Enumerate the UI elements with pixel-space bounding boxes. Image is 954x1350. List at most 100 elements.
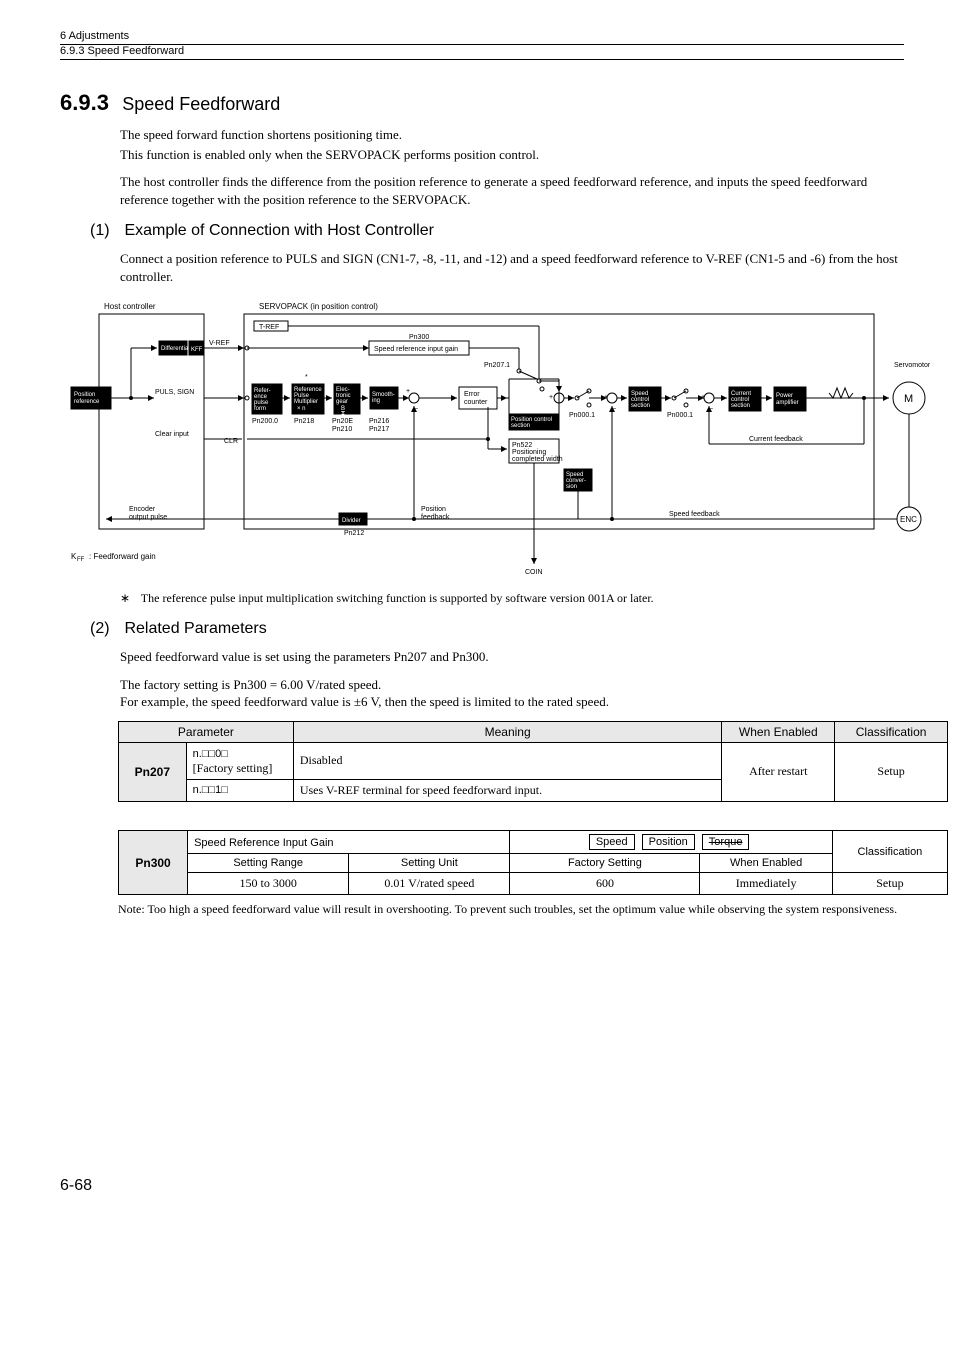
svg-text:Position: Position [421, 506, 446, 513]
svg-text:CLR: CLR [224, 438, 238, 445]
subsection-1-title: Example of Connection with Host Controll… [124, 222, 433, 239]
svg-text:Multiplier: Multiplier [294, 399, 318, 405]
svg-text:M: M [904, 393, 913, 405]
rule [60, 59, 904, 60]
svg-text:Pn000.1: Pn000.1 [667, 412, 693, 419]
diag-host-controller: Host controller [104, 302, 156, 311]
svg-text:Pn218: Pn218 [294, 418, 314, 425]
t1-r2c1: n.□□1□ [186, 779, 293, 801]
svg-text:sion: sion [566, 484, 577, 490]
sub2-body1: Speed feedforward value is set using the… [120, 648, 904, 666]
svg-text:form: form [254, 406, 266, 412]
svg-text:reference: reference [74, 399, 100, 405]
svg-text:counter: counter [464, 399, 488, 406]
section-breadcrumb: 6.9.3 Speed Feedforward [60, 45, 904, 57]
svg-text:Current feedback: Current feedback [749, 436, 803, 443]
t1-h-meaning: Meaning [293, 721, 722, 742]
note-label: Note: [118, 902, 145, 916]
t2-h-when: When Enabled [700, 854, 832, 873]
svg-text:: Feedforward gain: : Feedforward gain [89, 552, 156, 561]
svg-text:Differential: Differential [161, 346, 190, 352]
svg-text:+: + [406, 388, 410, 395]
svg-text:Pn210: Pn210 [332, 426, 352, 433]
t1-class: Setup [835, 742, 948, 801]
footnote-mark: ∗ [120, 591, 138, 606]
svg-text:completed width: completed width [512, 456, 563, 463]
diag-servopack: SERVOPACK (in position control) [259, 302, 378, 311]
svg-text:KFF: KFF [191, 347, 203, 353]
note: Note: Too high a speed feedforward value… [118, 901, 904, 917]
svg-text:section: section [631, 403, 650, 409]
page-number: 6-68 [60, 1177, 904, 1195]
svg-text:Encoder: Encoder [129, 506, 156, 513]
svg-text:section: section [731, 403, 750, 409]
block-diagram: text { font-size: 7px; fill:#000; } .lbl… [65, 295, 904, 583]
intro-text-1: The speed forward function shortens posi… [120, 126, 904, 144]
svg-text:Pn20E: Pn20E [332, 418, 353, 425]
subsection-1-body: Connect a position reference to PULS and… [120, 250, 904, 285]
svg-text:Pn300: Pn300 [409, 334, 429, 341]
svg-text:Clear input: Clear input [155, 431, 189, 438]
table-pn300: Pn300 Speed Reference Input Gain Speed P… [118, 830, 948, 895]
section-number: 6.9.3 [60, 90, 109, 115]
svg-text:feedback: feedback [421, 514, 450, 521]
t2-factory: 600 [510, 873, 700, 895]
svg-text:−: − [612, 406, 616, 413]
svg-text:−: − [709, 406, 713, 413]
pill-speed: Speed [589, 834, 635, 850]
t1-r2c2: Uses V-REF terminal for speed feedforwar… [293, 779, 722, 801]
t2-h-factory: Factory Setting [510, 854, 700, 873]
svg-text:Pn522: Pn522 [512, 442, 532, 449]
t2-pills: Speed Position Torque [510, 830, 832, 853]
svg-text:ing: ing [372, 398, 380, 404]
svg-text:Speed feedback: Speed feedback [669, 511, 720, 518]
svg-text:Positioning: Positioning [512, 449, 546, 456]
svg-text:Pn217: Pn217 [369, 426, 389, 433]
svg-text:PULS, SIGN: PULS, SIGN [155, 389, 194, 396]
svg-text:FF: FF [77, 557, 85, 563]
note-text: Too high a speed feedforward value will … [147, 902, 897, 916]
svg-text:COIN: COIN [525, 569, 543, 576]
t2-h-unit: Setting Unit [349, 854, 510, 873]
sub2-body3: For example, the speed feedforward value… [120, 693, 904, 711]
sub2-body2: The factory setting is Pn300 = 6.00 V/ra… [120, 676, 904, 694]
t2-class: Setup [832, 873, 947, 895]
t1-when: After restart [722, 742, 835, 801]
svg-text:V-REF: V-REF [209, 340, 230, 347]
t1-h-param: Parameter [119, 721, 294, 742]
svg-text:output pulse: output pulse [129, 514, 167, 521]
svg-text:Position: Position [74, 392, 95, 398]
t1-r1c1: n.□□0□ [Factory setting] [186, 742, 293, 779]
svg-text:Divider: Divider [342, 518, 361, 524]
t2-key: Pn300 [119, 830, 188, 894]
t2-h-class: Classification [832, 830, 947, 872]
t2-when: Immediately [700, 873, 832, 895]
t1-h-when: When Enabled [722, 721, 835, 742]
svg-text:T-REF: T-REF [259, 324, 279, 331]
svg-text:gear: gear [336, 399, 348, 405]
svg-text:Servomotor: Servomotor [894, 362, 931, 369]
svg-text:Pn216: Pn216 [369, 418, 389, 425]
subsection-2-heading: (2) Related Parameters [90, 620, 904, 638]
svg-text:Pn200.0: Pn200.0 [252, 418, 278, 425]
intro-text-2: This function is enabled only when the S… [120, 146, 904, 164]
t2-title-cell: Speed Reference Input Gain [188, 830, 510, 853]
svg-text:× n: × n [297, 406, 306, 412]
footnote: ∗ The reference pulse input multiplicati… [120, 591, 904, 606]
svg-text:+: + [604, 394, 608, 401]
svg-text:+: + [549, 394, 553, 401]
t1-r1c2: Disabled [293, 742, 722, 779]
footnote-text: The reference pulse input multiplication… [141, 591, 654, 605]
svg-text:Power: Power [776, 393, 793, 399]
section-heading: 6.9.3 Speed Feedforward [60, 90, 904, 116]
svg-text:−: − [414, 406, 418, 413]
subsection-1-heading: (1) Example of Connection with Host Cont… [90, 222, 904, 240]
svg-text:Error: Error [464, 391, 480, 398]
pill-position: Position [642, 834, 695, 850]
subsection-2-title: Related Parameters [124, 620, 266, 637]
svg-text:Speed reference input gain: Speed reference input gain [374, 346, 458, 353]
subsection-2-num: (2) [90, 620, 120, 638]
svg-text:ENC: ENC [900, 515, 917, 524]
t1-h-class: Classification [835, 721, 948, 742]
svg-text:Pn000.1: Pn000.1 [569, 412, 595, 419]
